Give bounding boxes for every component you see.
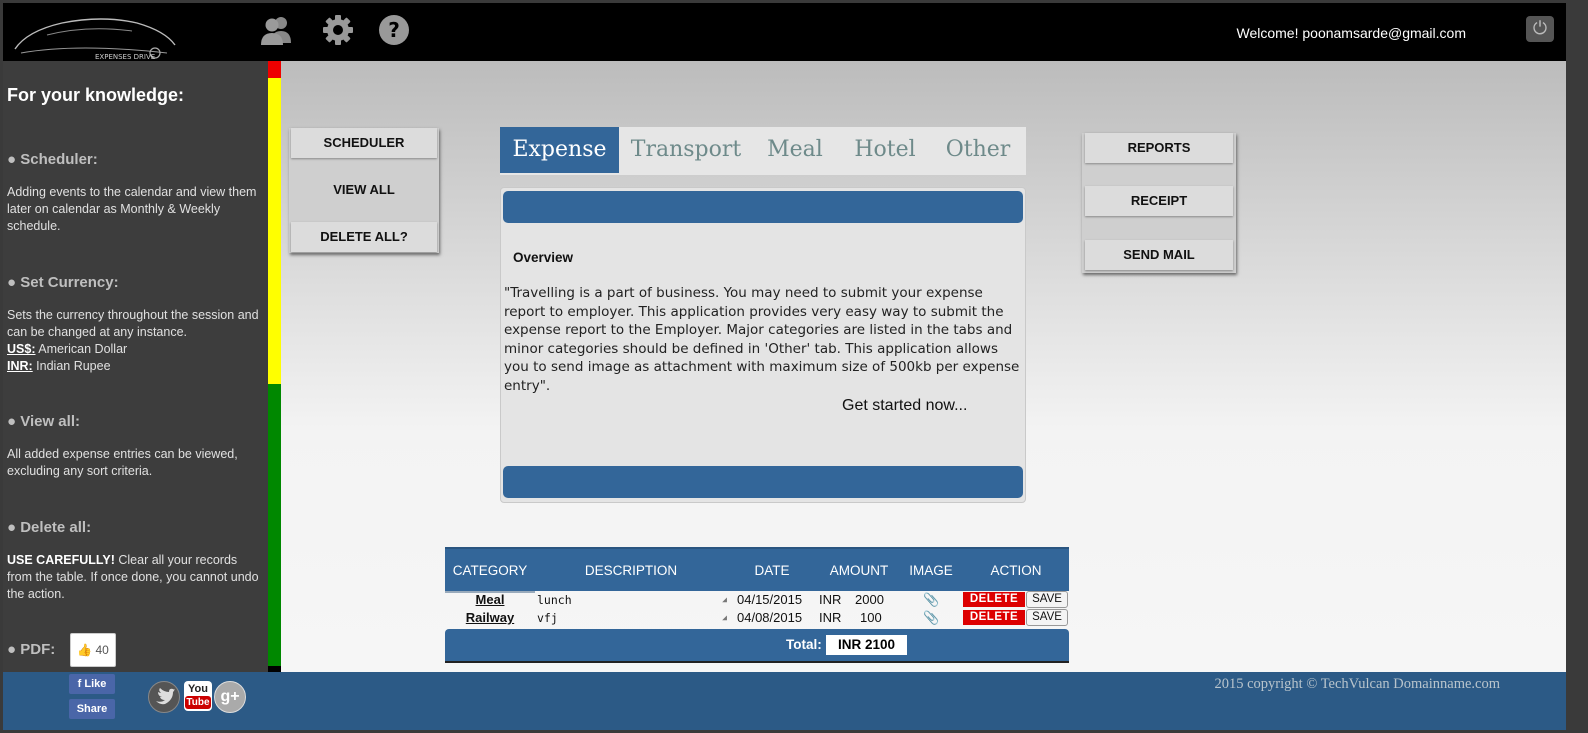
total-value: INR 2100 — [826, 635, 907, 655]
overview-top-bar — [503, 191, 1023, 223]
facebook-share-button[interactable]: Share — [69, 699, 115, 719]
description-value: lunch — [537, 593, 572, 607]
row-category-link[interactable]: Railway — [445, 609, 535, 627]
row-date: 04/15/2015 — [737, 592, 803, 607]
currency-inr-line: INR: Indian Rupee — [7, 358, 265, 375]
tab-meal[interactable]: Meal — [756, 127, 834, 173]
row-currency: INR — [819, 592, 842, 607]
facebook-like-button[interactable]: f Like — [69, 674, 115, 694]
delete-button[interactable]: DELETE — [963, 592, 1025, 607]
deleteall-text: USE CAREFULLY! Clear all your records fr… — [7, 552, 265, 603]
pdf-heading: ● PDF: — [7, 641, 56, 658]
help-icon[interactable]: ? — [377, 13, 411, 47]
tab-expense[interactable]: Expense — [500, 127, 619, 173]
col-image: IMAGE — [909, 563, 953, 578]
overview-panel: Overview "Travelling is a part of busine… — [500, 187, 1026, 503]
currency-heading: ● Set Currency: — [7, 274, 119, 291]
tab-hotel[interactable]: Hotel — [844, 127, 926, 173]
save-button[interactable]: SAVE — [1026, 591, 1068, 608]
deleteall-heading: ● Delete all: — [7, 519, 92, 536]
resize-handle-icon[interactable]: ◢ — [722, 592, 727, 608]
description-value: vfj — [537, 611, 558, 625]
use-carefully-text: USE CAREFULLY! — [7, 553, 115, 567]
row-amount: 100 — [860, 610, 882, 625]
delete-all-button[interactable]: DELETE ALL? — [291, 222, 437, 252]
category-tabs: Expense Transport Meal Hotel Other — [500, 127, 1026, 175]
table-row: Railway vfj ◢ 04/08/2015 INR 100 📎 DELETE… — [445, 609, 1069, 627]
scheduler-heading: ● Scheduler: — [7, 151, 98, 168]
page-footer: f Like Share You Tube g+ 2015 copyright … — [3, 672, 1566, 730]
save-button[interactable]: SAVE — [1026, 609, 1068, 626]
view-all-button[interactable]: VIEW ALL — [291, 175, 437, 205]
paperclip-icon[interactable]: 📎 — [923, 609, 939, 627]
usd-code: US$: — [7, 342, 36, 356]
send-mail-button[interactable]: SEND MAIL — [1085, 240, 1233, 270]
row-category-link[interactable]: Meal — [445, 591, 535, 609]
main-content: SCHEDULER VIEW ALL DELETE ALL? REPORTS R… — [281, 61, 1566, 672]
reports-button[interactable]: REPORTS — [1085, 133, 1233, 163]
logo: EXPENSES DRIVE — [7, 9, 179, 61]
table-row: Meal lunch ◢ 04/15/2015 INR 2000 📎 DELETE… — [445, 591, 1069, 609]
left-button-panel: SCHEDULER VIEW ALL DELETE ALL? — [289, 128, 439, 253]
power-icon[interactable]: ⏻ — [1526, 16, 1554, 42]
currency-usd-line: US$: American Dollar — [7, 341, 265, 358]
copyright-text: 2015 copyright © TechVulcan Domainname.c… — [1214, 676, 1501, 692]
youtube-tube-text: Tube — [185, 696, 211, 709]
row-currency: INR — [819, 610, 842, 625]
like-count-bubble: 👍 40 — [70, 633, 116, 667]
table-header: CATEGORY DESCRIPTION DATE AMOUNT IMAGE A… — [445, 547, 1069, 593]
delete-button[interactable]: DELETE — [963, 610, 1025, 625]
users-icon[interactable] — [259, 13, 293, 47]
col-amount[interactable]: AMOUNT — [822, 549, 896, 591]
logo-text: EXPENSES DRIVE — [95, 53, 155, 61]
twitter-icon[interactable] — [148, 681, 180, 713]
receipt-button[interactable]: RECEIPT — [1085, 186, 1233, 216]
table-footer: Total: INR 2100 — [445, 629, 1069, 663]
get-started-link[interactable]: Get started now... — [842, 397, 967, 415]
tab-other[interactable]: Other — [936, 127, 1020, 173]
inr-code: INR: — [7, 359, 33, 373]
overview-bottom-bar — [503, 466, 1023, 498]
tab-transport[interactable]: Transport — [627, 127, 745, 173]
scheduler-text: Adding events to the calendar and view t… — [7, 185, 257, 233]
facebook-icon: f — [77, 678, 82, 690]
overview-text: "Travelling is a part of business. You m… — [504, 285, 1020, 394]
total-label: Total: — [786, 637, 822, 652]
like-count: 40 — [95, 643, 109, 657]
top-header: EXPENSES DRIVE ? Welcome! poonamsarde@gm… — [3, 3, 1566, 61]
status-strip-red — [268, 61, 281, 78]
resize-handle-icon[interactable]: ◢ — [722, 610, 727, 626]
viewall-heading: ● View all: — [7, 413, 80, 430]
col-description[interactable]: DESCRIPTION — [537, 549, 725, 591]
inr-desc: Indian Rupee — [32, 359, 111, 373]
welcome-text: Welcome! poonamsarde@gmail.com — [1236, 25, 1467, 41]
row-date: 04/08/2015 — [737, 610, 803, 625]
status-strip-yellow — [268, 78, 281, 384]
currency-text: Sets the currency throughout the session… — [7, 307, 265, 375]
scheduler-button[interactable]: SCHEDULER — [291, 128, 437, 158]
youtube-icon[interactable]: You Tube — [184, 681, 212, 711]
description-field[interactable]: lunch ◢ — [537, 592, 727, 608]
description-field[interactable]: vfj ◢ — [537, 610, 727, 626]
col-action: ACTION — [990, 563, 1042, 578]
thumbs-up-icon: 👍 — [77, 643, 93, 657]
gear-icon[interactable] — [321, 13, 355, 47]
right-button-panel: REPORTS RECEIPT SEND MAIL — [1082, 133, 1236, 273]
currency-desc: Sets the currency throughout the session… — [7, 308, 259, 339]
paperclip-icon[interactable]: 📎 — [923, 591, 939, 609]
col-category[interactable]: CATEGORY — [445, 549, 535, 593]
viewall-text: All added expense entries can be viewed,… — [7, 447, 238, 478]
knowledge-sidebar: For your knowledge: ● Scheduler: Adding … — [3, 61, 268, 672]
usd-desc: American Dollar — [35, 342, 128, 356]
like-label: Like — [84, 678, 107, 690]
row-amount: 2000 — [855, 592, 884, 607]
svg-text:?: ? — [388, 18, 400, 42]
col-date[interactable]: DATE — [732, 549, 812, 591]
app-frame: EXPENSES DRIVE ? Welcome! poonamsarde@gm… — [0, 0, 1588, 733]
sidebar-title: For your knowledge: — [7, 85, 185, 105]
google-plus-icon[interactable]: g+ — [214, 681, 246, 713]
youtube-you-text: You — [188, 683, 208, 695]
status-strip-green — [268, 384, 281, 666]
overview-title: Overview — [513, 250, 574, 265]
